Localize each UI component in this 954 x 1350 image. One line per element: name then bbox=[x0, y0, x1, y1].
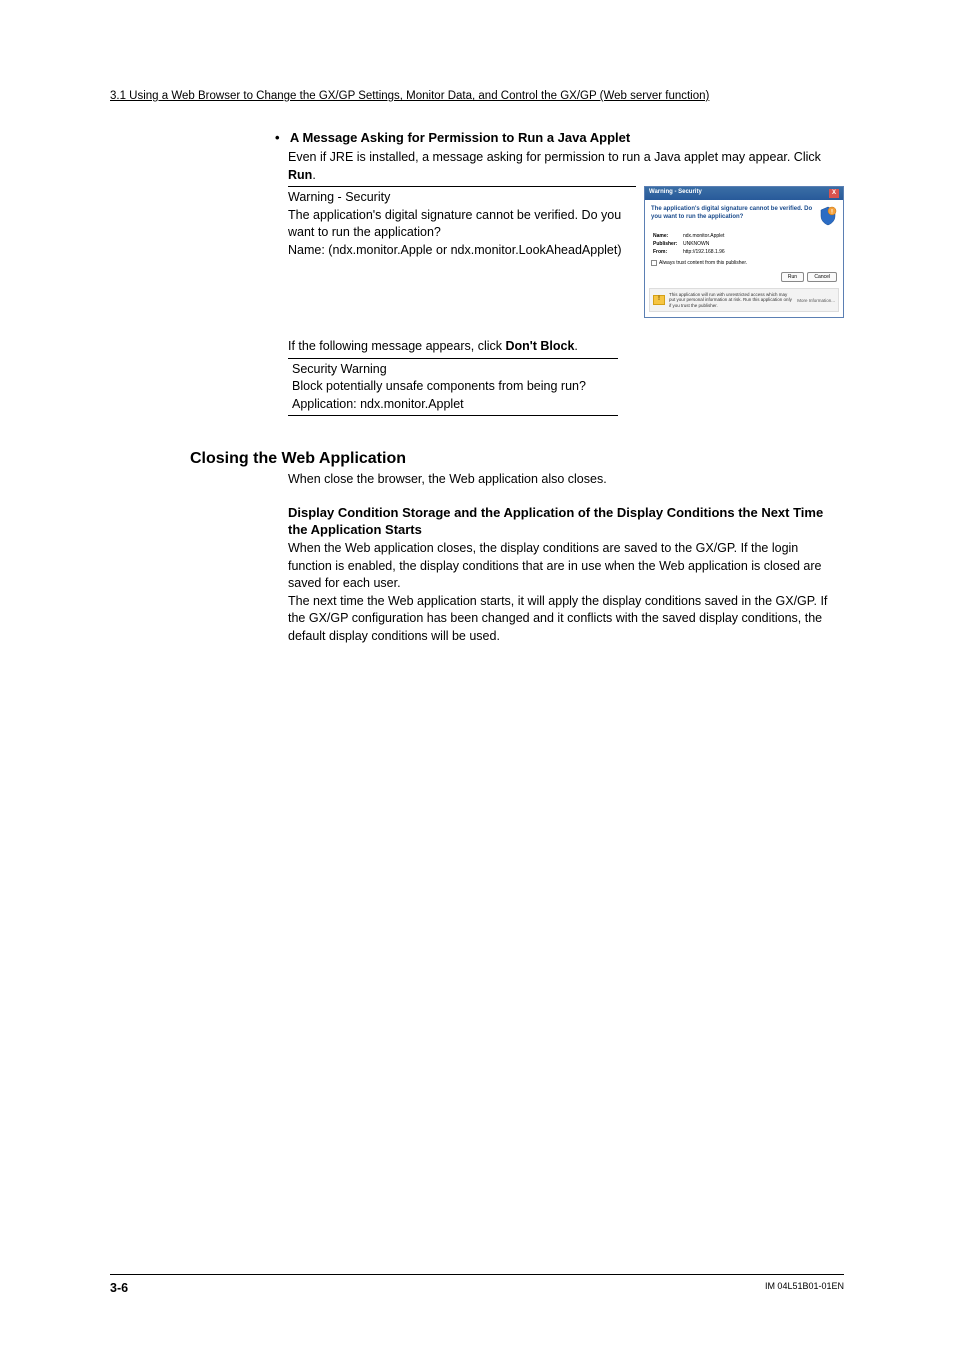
document-code: IM 04L51B01-01EN bbox=[765, 1281, 844, 1295]
heading-java-applet-permission: • A Message Asking for Permission to Run… bbox=[275, 130, 844, 145]
warning-risk-text: This application will run with unrestric… bbox=[669, 292, 793, 308]
display-condition-p2: The next time the Web application starts… bbox=[288, 593, 844, 646]
java-security-dialog: Warning - Security X The application's d… bbox=[644, 186, 844, 318]
followup-paragraph: If the following message appears, click … bbox=[288, 338, 844, 356]
shield-warning-icon: ! bbox=[819, 206, 837, 226]
dialog-body: The application's digital signature cann… bbox=[645, 200, 843, 288]
msg1-line2: The application's digital signature cann… bbox=[288, 207, 636, 242]
more-info-link[interactable]: More Information... bbox=[797, 298, 835, 303]
closing-paragraph: When close the browser, the Web applicat… bbox=[288, 471, 844, 489]
warning-triangle-icon: ! bbox=[653, 295, 665, 305]
dialog-lower-warning: ! This application will run with unrestr… bbox=[649, 288, 839, 312]
msg1-line1: Warning - Security bbox=[288, 189, 636, 207]
run-button[interactable]: Run bbox=[781, 272, 804, 282]
publisher-label: Publisher: bbox=[653, 240, 683, 248]
dialog-question-row: The application's digital signature cann… bbox=[651, 206, 837, 226]
from-value: http://192.168.1.96 bbox=[683, 249, 725, 255]
heading-display-condition-storage: Display Condition Storage and the Applic… bbox=[288, 505, 844, 539]
cancel-button[interactable]: Cancel bbox=[807, 272, 837, 282]
dialog-titlebar: Warning - Security X bbox=[645, 187, 843, 200]
msg1-line3: Name: (ndx.monitor.Apple or ndx.monitor.… bbox=[288, 242, 636, 260]
security-warning-text: Warning - Security The application's dig… bbox=[288, 186, 636, 259]
security-warning-box-2: Security Warning Block potentially unsaf… bbox=[288, 358, 618, 417]
heading-text: A Message Asking for Permission to Run a… bbox=[290, 130, 630, 145]
page-header-section-ref: 3.1 Using a Web Browser to Change the GX… bbox=[110, 90, 844, 102]
publisher-value: UNKNOWN bbox=[683, 241, 709, 247]
dialog-question: The application's digital signature cann… bbox=[651, 206, 814, 222]
dialog-title: Warning - Security bbox=[649, 189, 702, 198]
from-label: From: bbox=[653, 248, 683, 256]
msg2-line2: Block potentially unsafe components from… bbox=[292, 378, 614, 396]
dialog-buttons: Run Cancel bbox=[651, 272, 837, 282]
bullet: • bbox=[275, 130, 280, 145]
name-label: Name: bbox=[653, 232, 683, 240]
security-warning-row: Warning - Security The application's dig… bbox=[288, 186, 844, 318]
name-value: ndx.monitor.Applet bbox=[683, 233, 724, 239]
close-icon[interactable]: X bbox=[829, 189, 839, 198]
display-condition-p1: When the Web application closes, the dis… bbox=[288, 540, 844, 593]
page-footer: 3-6 IM 04L51B01-01EN bbox=[110, 1274, 844, 1295]
msg2-line1: Security Warning bbox=[292, 361, 614, 379]
checkbox-icon[interactable] bbox=[651, 260, 657, 266]
always-trust-label: Always trust content from this publisher… bbox=[659, 260, 747, 266]
page-number: 3-6 bbox=[110, 1281, 128, 1295]
heading-closing-web-app: Closing the Web Application bbox=[190, 450, 844, 468]
msg2-line3: Application: ndx.monitor.Applet bbox=[292, 396, 614, 414]
always-trust-checkbox-row[interactable]: Always trust content from this publisher… bbox=[651, 260, 837, 266]
dialog-fields: Name:ndx.monitor.Applet Publisher:UNKNOW… bbox=[653, 232, 837, 256]
intro-paragraph: Even if JRE is installed, a message aski… bbox=[288, 149, 844, 184]
svg-text:!: ! bbox=[831, 210, 833, 216]
